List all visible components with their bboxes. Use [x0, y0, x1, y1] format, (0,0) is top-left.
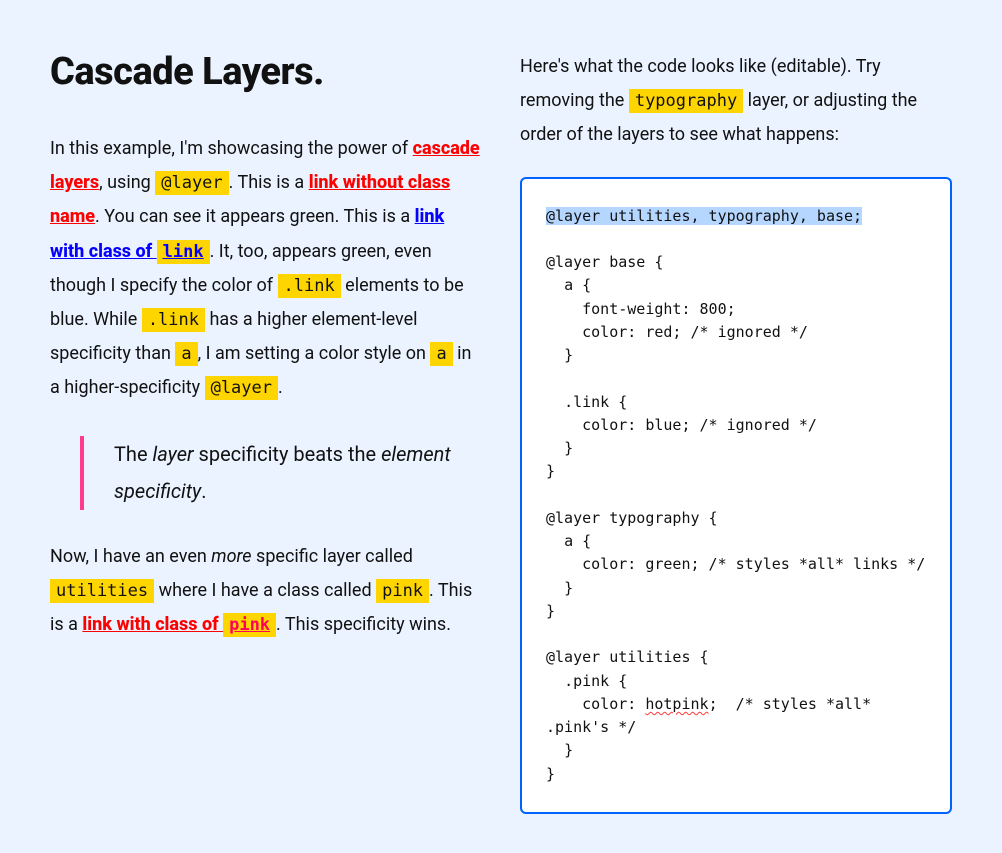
text: , using: [99, 172, 155, 193]
code-utilities: utilities: [50, 579, 154, 603]
text: . This specificity wins.: [276, 614, 451, 635]
text: , I am setting a color style on: [198, 343, 431, 364]
code-layer: @layer: [155, 171, 228, 195]
right-intro: Here's what the code looks like (editabl…: [520, 50, 952, 153]
code-a-2: a: [430, 342, 452, 366]
code-block-base: @layer base { a { font-weight: 800; colo…: [546, 253, 817, 480]
text: .: [201, 479, 206, 503]
text: specificity beats the: [194, 442, 382, 466]
code-link-class: link: [157, 240, 210, 264]
code-dot-link-2: .link: [142, 308, 205, 332]
em-more: more: [211, 546, 251, 567]
link-text: link with class of: [82, 614, 223, 635]
code-layer-2: @layer: [205, 376, 278, 400]
code-block-typography: @layer typography { a { color: green; /*…: [546, 509, 925, 620]
paragraph-2: Now, I have an even more specific layer …: [50, 540, 480, 643]
text: Now, I have an even: [50, 546, 211, 567]
em-layer: layer: [153, 442, 194, 466]
code-a: a: [175, 342, 197, 366]
code-dot-link: .link: [278, 274, 341, 298]
code-pink: pink: [376, 579, 429, 603]
text: where I have a class called: [154, 580, 376, 601]
article-column: Cascade Layers. In this example, I'm sho…: [50, 50, 480, 642]
code-pink-class: pink: [223, 613, 276, 637]
link-with-class-pink[interactable]: link with class of pink: [82, 614, 276, 635]
paragraph-1: In this example, I'm showcasing the powe…: [50, 132, 480, 406]
text: In this example, I'm showcasing the powe…: [50, 138, 413, 159]
blockquote: The layer specificity beats the element …: [80, 436, 480, 510]
code-typography: typography: [629, 89, 743, 113]
text: .: [278, 377, 283, 398]
code-column: Here's what the code looks like (editabl…: [520, 50, 952, 814]
code-hotpink-squiggle: hotpink: [645, 695, 708, 713]
text: specific layer called: [252, 546, 413, 567]
code-line-selected: @layer utilities, typography, base;: [546, 207, 862, 225]
page-title: Cascade Layers.: [50, 50, 480, 94]
css-editor[interactable]: @layer utilities, typography, base; @lay…: [520, 177, 952, 814]
text: . This is a: [229, 172, 309, 193]
text: . You can see it appears green. This is …: [95, 206, 415, 227]
text: The: [114, 442, 153, 466]
